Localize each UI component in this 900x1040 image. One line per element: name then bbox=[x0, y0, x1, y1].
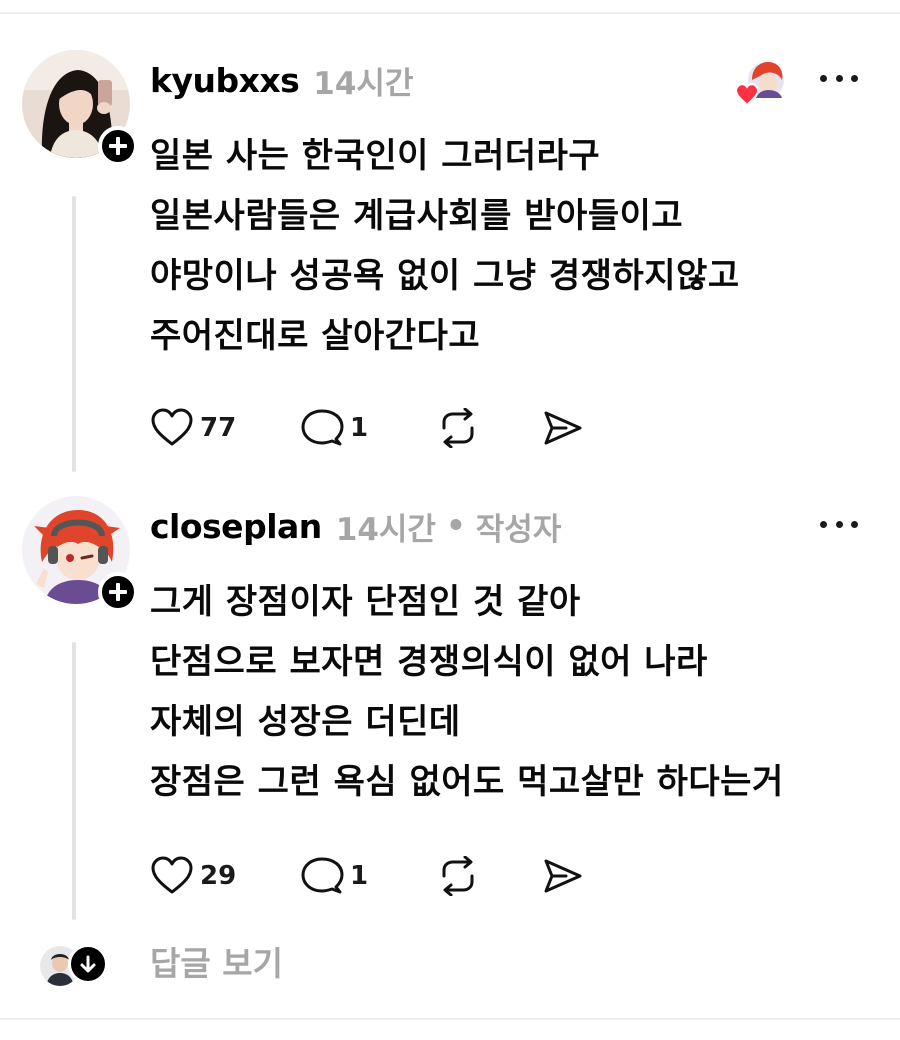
post-line: 단점으로 보자면 경쟁의식이 없어 나라 bbox=[150, 642, 708, 682]
post-header: closeplan 14시간 • 작성자 bbox=[150, 504, 561, 548]
more-dots-icon bbox=[820, 74, 827, 82]
avatar-kyubxxs[interactable] bbox=[22, 50, 138, 166]
like-button[interactable]: 29 bbox=[150, 854, 300, 898]
heart-icon bbox=[151, 856, 193, 894]
comment-bubble-icon bbox=[301, 409, 344, 446]
share-button[interactable] bbox=[540, 854, 584, 898]
repost-icon bbox=[442, 408, 474, 448]
author-liked-badge bbox=[732, 58, 788, 108]
avatar-closeplan[interactable] bbox=[22, 496, 138, 612]
follow-button[interactable] bbox=[98, 126, 138, 166]
repost-button[interactable] bbox=[436, 406, 540, 450]
comment-button[interactable]: 1 bbox=[300, 406, 436, 450]
top-divider bbox=[0, 12, 900, 14]
post-line: 그게 장점이자 단점인 것 같아 bbox=[150, 582, 581, 622]
plus-icon bbox=[109, 583, 127, 601]
author-tag: 작성자 bbox=[475, 511, 562, 548]
share-button[interactable] bbox=[540, 406, 584, 450]
comment-count: 1 bbox=[350, 861, 369, 891]
post-body: 일본 사는 한국인이 그러더라구 일본사람들은 계급사회를 받아들이고 야망이나… bbox=[150, 126, 880, 366]
more-options-button[interactable] bbox=[820, 72, 858, 84]
username[interactable]: closeplan bbox=[150, 507, 322, 546]
like-button[interactable]: 77 bbox=[150, 406, 300, 450]
post-line: 일본 사는 한국인이 그러더라구 bbox=[150, 136, 601, 176]
post-time: 14시간 bbox=[335, 511, 436, 548]
post-kyubxxs: kyubxxs 14시간 일본 사는 한국인이 그러더라구 일본사람들은 계급사… bbox=[0, 50, 900, 480]
post-line: 자체의 성장은 더딘데 bbox=[150, 702, 461, 742]
follow-button[interactable] bbox=[98, 572, 138, 612]
comment-button[interactable]: 1 bbox=[300, 854, 436, 898]
bottom-divider bbox=[0, 1018, 900, 1020]
expand-replies-button[interactable] bbox=[68, 944, 108, 984]
post-header: kyubxxs 14시간 bbox=[150, 58, 413, 102]
heart-icon bbox=[151, 408, 193, 446]
post-body: 그게 장점이자 단점인 것 같아 단점으로 보자면 경쟁의식이 없어 나라 자체… bbox=[150, 572, 880, 812]
arrow-down-icon bbox=[80, 955, 96, 973]
more-dots-icon bbox=[820, 520, 827, 528]
like-count: 29 bbox=[200, 861, 237, 891]
send-icon bbox=[544, 411, 582, 445]
meta-separator: • bbox=[445, 508, 466, 544]
repost-button[interactable] bbox=[436, 854, 540, 898]
post-line: 주어진대로 살아간다고 bbox=[150, 316, 481, 356]
post-line: 일본사람들은 계급사회를 받아들이고 bbox=[150, 196, 684, 236]
more-options-button[interactable] bbox=[820, 518, 858, 530]
like-count: 77 bbox=[200, 413, 237, 443]
send-icon bbox=[544, 859, 582, 893]
view-replies-label[interactable]: 답글 보기 bbox=[150, 940, 283, 988]
post-time: 14시간 bbox=[313, 65, 414, 102]
post-line: 장점은 그런 욕심 없어도 먹고살만 하다는거 bbox=[150, 762, 784, 802]
post-line: 야망이나 성공욕 없이 그냥 경쟁하지않고 bbox=[150, 256, 740, 296]
thread-line bbox=[72, 642, 76, 920]
plus-icon bbox=[109, 137, 127, 155]
post-actions: 77 1 bbox=[150, 406, 584, 450]
comment-bubble-icon bbox=[301, 857, 344, 894]
username[interactable]: kyubxxs bbox=[150, 61, 300, 100]
thread-line bbox=[72, 196, 76, 472]
post-closeplan: closeplan 14시간 • 작성자 그게 장점이자 단점인 것 같아 단점… bbox=[0, 496, 900, 926]
comment-count: 1 bbox=[350, 413, 369, 443]
repost-icon bbox=[442, 856, 474, 896]
post-actions: 29 1 bbox=[150, 854, 584, 898]
